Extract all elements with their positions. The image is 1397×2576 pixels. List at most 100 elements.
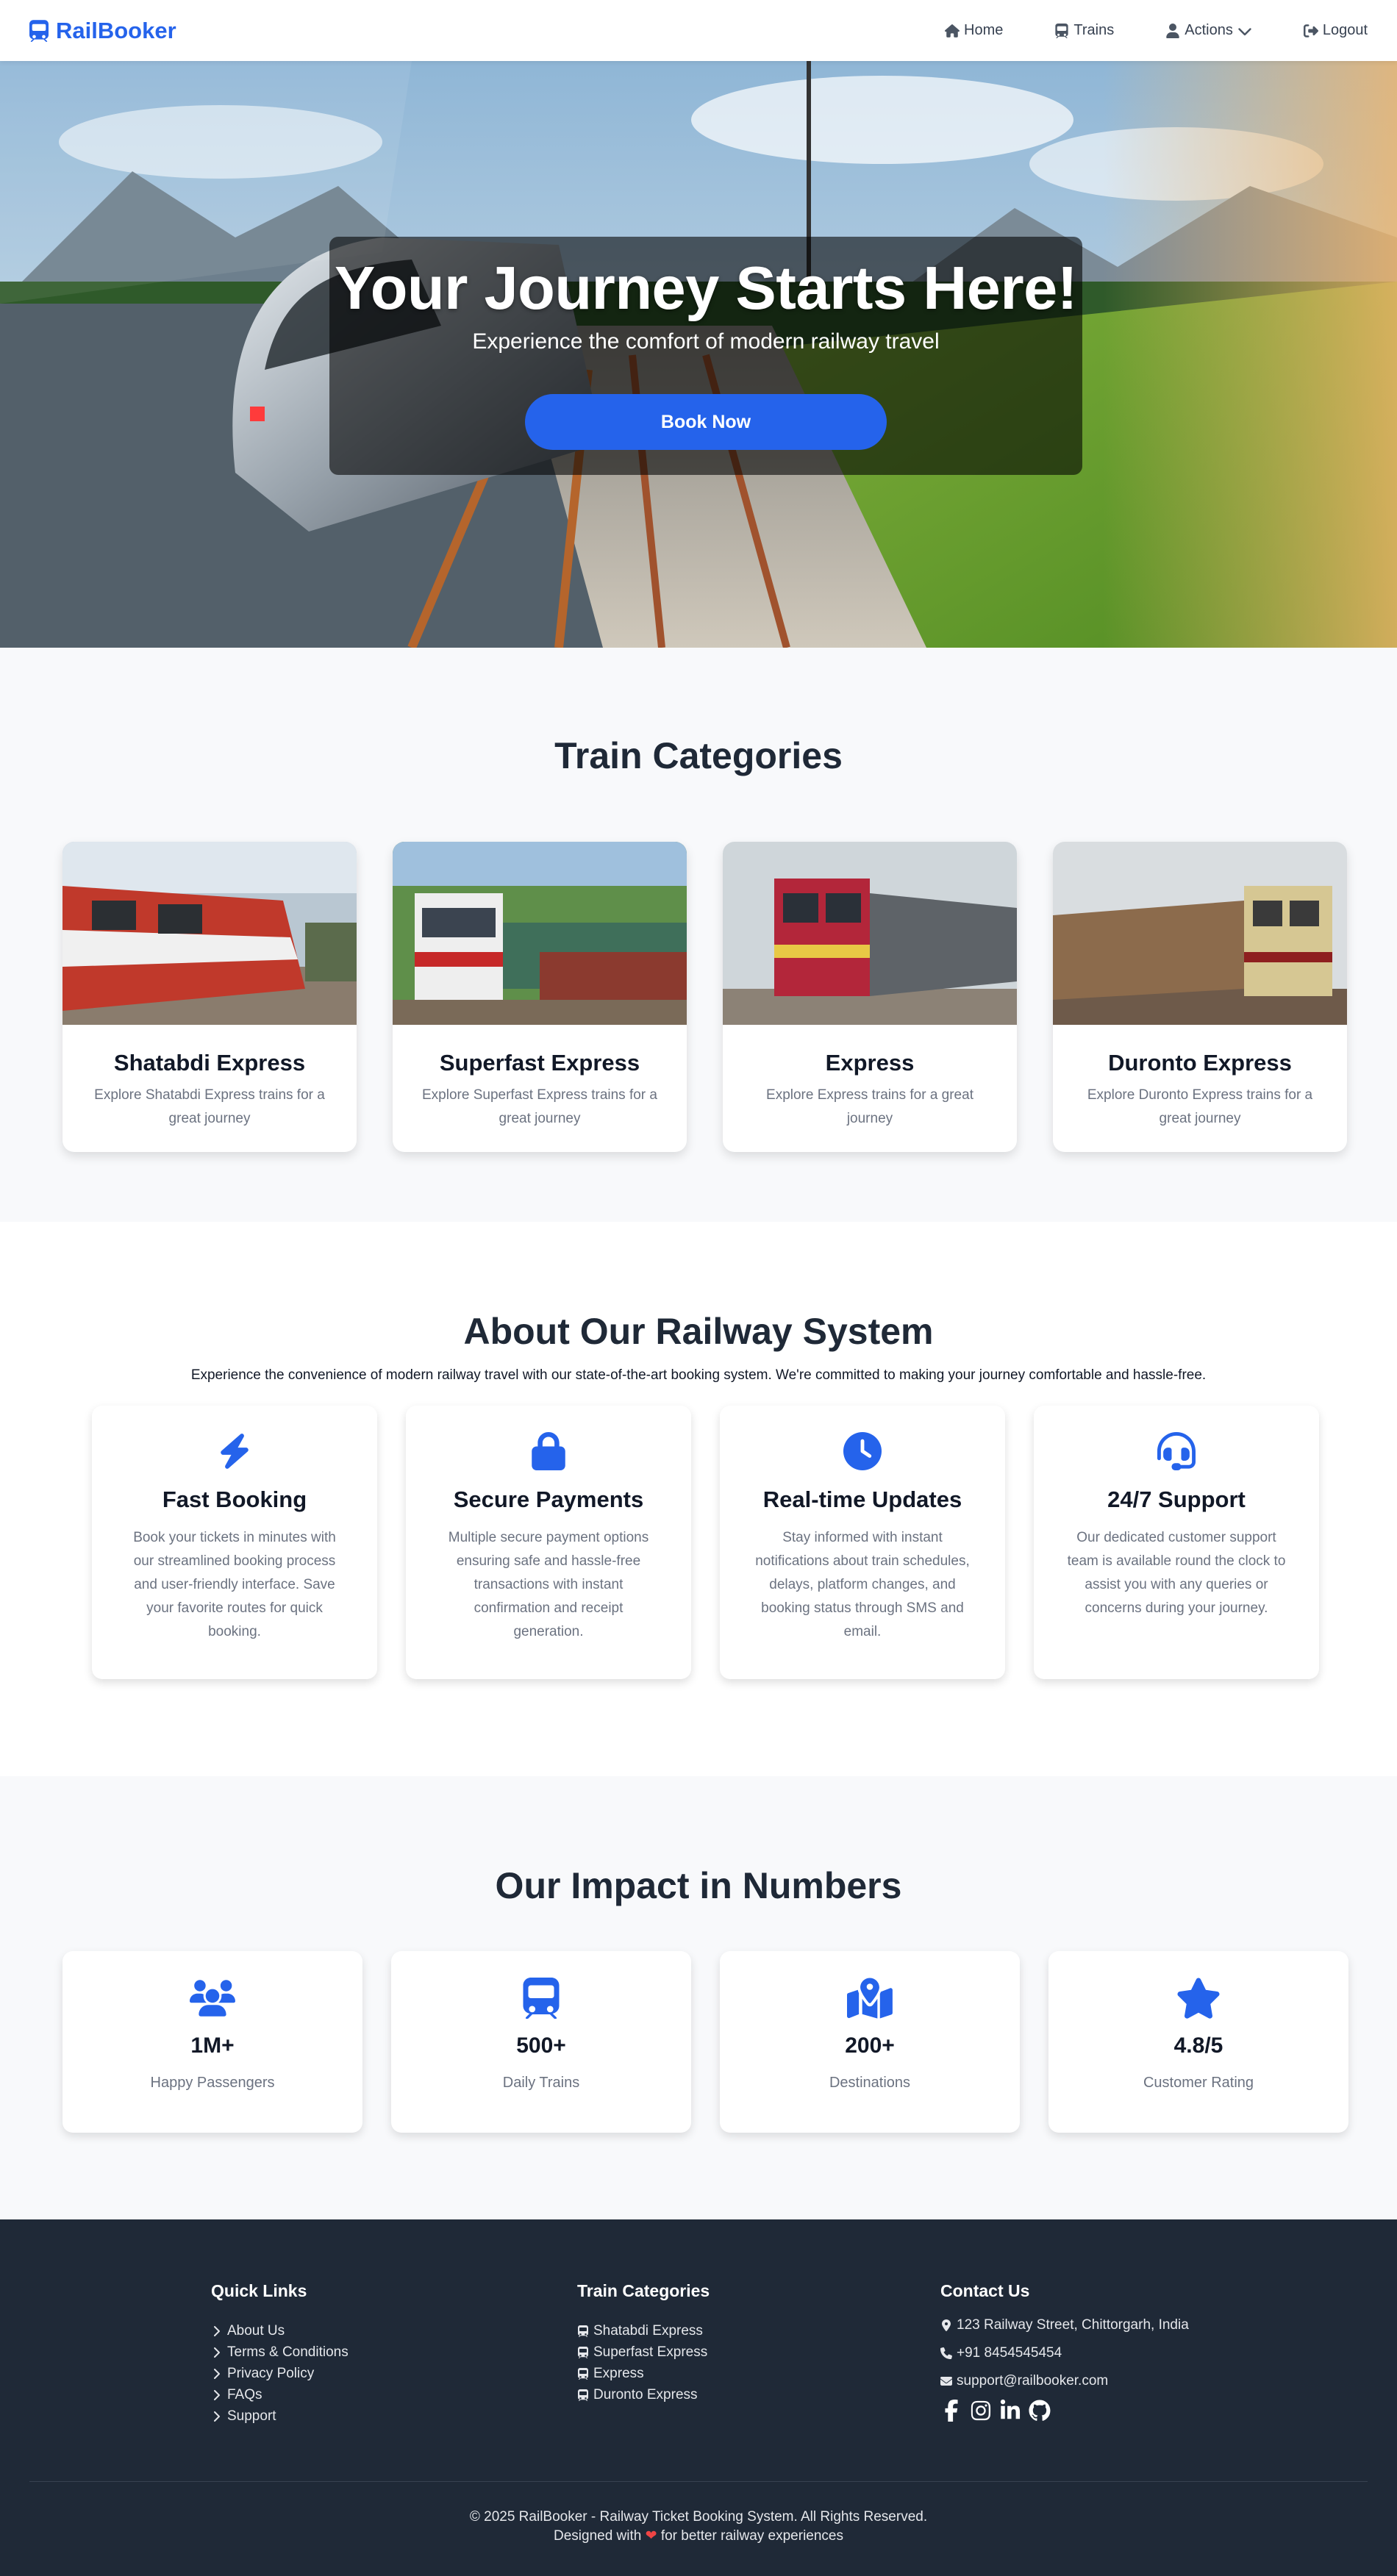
designed-with-text: Designed with ❤ for better railway exper…	[554, 2528, 843, 2544]
category-description: Explore Superfast Express trains for a g…	[422, 1087, 657, 1126]
train-icon	[1054, 24, 1069, 38]
headset-icon	[1157, 1432, 1196, 1470]
feature-card-support: 24/7 Support Our dedicated customer supp…	[1034, 1406, 1319, 1679]
facebook-icon[interactable]	[940, 2400, 962, 2422]
chevron-right-icon	[211, 2325, 223, 2337]
feature-card-realtime-updates: Real-time Updates Stay informed with ins…	[720, 1406, 1005, 1679]
train-icon	[518, 1978, 564, 2019]
clock-icon	[843, 1432, 882, 1470]
stat-label: Daily Trains	[502, 2075, 580, 2091]
category-description: Explore Shatabdi Express trains for a gr…	[94, 1087, 325, 1126]
feature-card-fast-booking: Fast Booking Book your tickets in minute…	[92, 1406, 377, 1679]
hero-section: Your Journey Starts Here! Experience the…	[0, 61, 1397, 648]
footer-link-support[interactable]: Support	[211, 2405, 349, 2427]
footer-train-categories: Train Categories Shatabdi Express Superf…	[577, 2281, 710, 2405]
phone-icon	[940, 2347, 952, 2359]
footer-link-terms[interactable]: Terms & Conditions	[211, 2341, 349, 2363]
contact-email[interactable]: support@railbooker.com	[940, 2367, 1189, 2395]
bolt-icon	[221, 1434, 249, 1469]
feature-title: 24/7 Support	[1107, 1486, 1246, 1512]
heart-icon: ❤	[645, 2528, 657, 2544]
section-title: Train Categories	[554, 735, 843, 776]
logout-icon	[1303, 24, 1318, 37]
footer-link-express[interactable]: Express	[577, 2363, 710, 2384]
footer-link-faqs[interactable]: FAQs	[211, 2384, 349, 2405]
feature-card-secure-payments: Secure Payments Multiple secure payment …	[406, 1406, 691, 1679]
contact-phone[interactable]: +91 8454545454	[940, 2339, 1189, 2367]
user-icon	[1166, 23, 1179, 38]
feature-title: Real-time Updates	[762, 1486, 962, 1512]
category-card-duronto[interactable]: Duronto Express Explore Duronto Express …	[1053, 842, 1347, 1152]
nav-home[interactable]: Home	[945, 22, 1003, 39]
category-grid: Shatabdi Express Explore Shatabdi Expres…	[62, 842, 1397, 1152]
stat-card-trains: 500+ Daily Trains	[391, 1951, 691, 2133]
train-icon	[577, 2347, 589, 2358]
github-icon[interactable]	[1029, 2400, 1051, 2422]
envelope-icon	[940, 2377, 952, 2386]
stat-value: 1M+	[190, 2033, 235, 2058]
hero-subtitle: Experience the comfort of modern railway…	[472, 329, 940, 354]
stat-label: Happy Passengers	[150, 2075, 275, 2091]
brand-logo[interactable]: RailBooker	[29, 18, 176, 44]
category-image	[1053, 842, 1347, 1025]
footer-link-about[interactable]: About Us	[211, 2320, 349, 2341]
nav-actions-dropdown[interactable]: Actions	[1165, 22, 1252, 39]
feature-title: Fast Booking	[162, 1486, 307, 1512]
footer-quick-links: Quick Links About Us Terms & Conditions …	[211, 2281, 349, 2427]
footer: Quick Links About Us Terms & Conditions …	[0, 2219, 1397, 2576]
category-card-express[interactable]: Express Explore Express trains for a gre…	[723, 842, 1017, 1152]
category-image	[393, 842, 687, 1025]
stat-value: 500+	[516, 2033, 566, 2058]
train-icon	[29, 20, 49, 42]
stats-grid: 1M+ Happy Passengers 500+ Daily Trains 2…	[62, 1951, 1397, 2133]
stat-label: Destinations	[829, 2075, 911, 2091]
chevron-down-icon	[1238, 27, 1251, 35]
copyright-text: © 2025 RailBooker - Railway Ticket Booki…	[469, 2509, 928, 2525]
stat-card-destinations: 200+ Destinations	[720, 1951, 1020, 2133]
category-name: Shatabdi Express	[113, 1050, 306, 1076]
category-card-superfast[interactable]: Superfast Express Explore Superfast Expr…	[393, 842, 687, 1152]
nav-links: Home Trains Actions Logout	[945, 22, 1368, 39]
feature-description: Book your tickets in minutes with our st…	[133, 1530, 336, 1639]
train-icon	[577, 2325, 589, 2337]
category-name: Express	[825, 1050, 915, 1076]
social-links	[940, 2400, 1189, 2422]
map-location-icon	[847, 1978, 893, 2019]
hero-title: Your Journey Starts Here!	[335, 254, 1077, 322]
about-section: About Our Railway System Experience the …	[0, 1222, 1397, 1776]
about-description: Experience the convenience of modern rai…	[190, 1367, 1207, 1383]
stat-value: 200+	[845, 2033, 895, 2058]
book-now-button[interactable]: Book Now	[525, 394, 887, 450]
brand-name: RailBooker	[56, 17, 176, 43]
star-icon	[1177, 1978, 1220, 2019]
footer-heading: Train Categories	[577, 2281, 710, 2300]
footer-heading: Quick Links	[211, 2281, 307, 2300]
stat-card-passengers: 1M+ Happy Passengers	[62, 1951, 362, 2133]
contact-address: 123 Railway Street, Chittorgarh, India	[940, 2311, 1189, 2339]
footer-link-shatabdi[interactable]: Shatabdi Express	[577, 2320, 710, 2341]
home-icon	[945, 24, 960, 37]
stat-label: Customer Rating	[1143, 2075, 1254, 2091]
users-icon	[190, 1980, 235, 2017]
chevron-right-icon	[211, 2411, 223, 2422]
footer-link-duronto[interactable]: Duronto Express	[577, 2384, 710, 2405]
footer-link-privacy[interactable]: Privacy Policy	[211, 2363, 349, 2384]
top-navbar: RailBooker Home Trains Actions Logout	[0, 0, 1397, 61]
chevron-right-icon	[211, 2368, 223, 2380]
linkedin-icon[interactable]	[999, 2400, 1021, 2422]
nav-trains[interactable]: Trains	[1054, 22, 1114, 39]
stat-value: 4.8/5	[1173, 2033, 1223, 2058]
impact-section: Our Impact in Numbers 1M+ Happy Passenge…	[0, 1776, 1397, 2219]
footer-link-superfast[interactable]: Superfast Express	[577, 2341, 710, 2363]
instagram-icon[interactable]	[970, 2400, 992, 2422]
category-name: Superfast Express	[439, 1050, 640, 1076]
category-description: Explore Express trains for a great journ…	[766, 1087, 973, 1126]
location-pin-icon	[942, 2319, 951, 2331]
nav-logout[interactable]: Logout	[1303, 22, 1368, 39]
chevron-right-icon	[211, 2347, 223, 2358]
category-description: Explore Duronto Express trains for a gre…	[1087, 1087, 1313, 1126]
section-title: About Our Railway System	[463, 1311, 934, 1352]
category-card-shatabdi[interactable]: Shatabdi Express Explore Shatabdi Expres…	[62, 842, 357, 1152]
lock-icon	[532, 1432, 565, 1470]
footer-bottom: © 2025 RailBooker - Railway Ticket Booki…	[0, 2508, 1397, 2546]
